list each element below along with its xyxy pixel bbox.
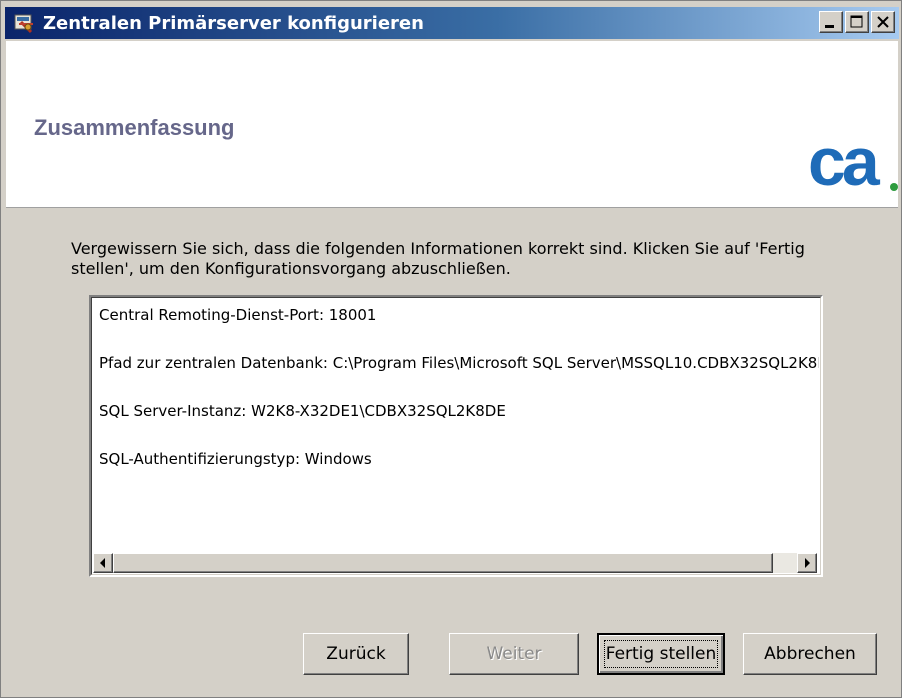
close-icon [877, 16, 889, 28]
minimize-icon [825, 25, 834, 28]
summary-lines: Central Remoting-Dienst-Port: 18001 Pfad… [99, 303, 819, 495]
back-button[interactable]: Zurück [303, 633, 409, 675]
maximize-button[interactable] [845, 11, 869, 33]
arrow-right-icon [805, 558, 810, 568]
finish-button-label: Fertig stellen [605, 644, 717, 664]
wizard-header: Zusammenfassung ca [6, 41, 898, 208]
window-controls [819, 11, 895, 33]
page-title: Zusammenfassung [34, 115, 235, 140]
cancel-button[interactable]: Abbrechen [743, 633, 877, 675]
dialog-window: Zentralen Primärserver konfigurieren Zus… [0, 0, 902, 698]
ca-logo: ca [808, 133, 898, 197]
minimize-button[interactable] [819, 11, 843, 33]
summary-line-auth-type: SQL-Authentifizierungstyp: Windows [99, 450, 372, 468]
close-button[interactable] [871, 11, 895, 33]
logo-text: ca [808, 133, 881, 197]
finish-button[interactable]: Fertig stellen [597, 633, 725, 675]
scroll-left-button[interactable] [93, 553, 113, 573]
summary-line-sql-instance: SQL Server-Instanz: W2K8-X32DE1\CDBX32SQ… [99, 402, 506, 420]
arrow-left-icon [100, 558, 105, 568]
horizontal-scrollbar[interactable] [93, 553, 817, 573]
title-bar[interactable]: Zentralen Primärserver konfigurieren [5, 7, 899, 39]
summary-line-db-path: Pfad zur zentralen Datenbank: C:\Program… [99, 354, 819, 372]
maximize-icon [850, 15, 863, 28]
instruction-text: Vergewissern Sie sich, dass die folgende… [71, 239, 805, 278]
summary-line-port: Central Remoting-Dienst-Port: 18001 [99, 306, 377, 324]
scrollbar-thumb[interactable] [113, 553, 773, 573]
next-button[interactable]: Weiter [449, 633, 579, 675]
scroll-right-button[interactable] [797, 553, 817, 573]
setup-wizard-icon [13, 12, 35, 34]
window-title: Zentralen Primärserver konfigurieren [43, 12, 424, 34]
summary-listbox[interactable]: Central Remoting-Dienst-Port: 18001 Pfad… [89, 295, 823, 577]
